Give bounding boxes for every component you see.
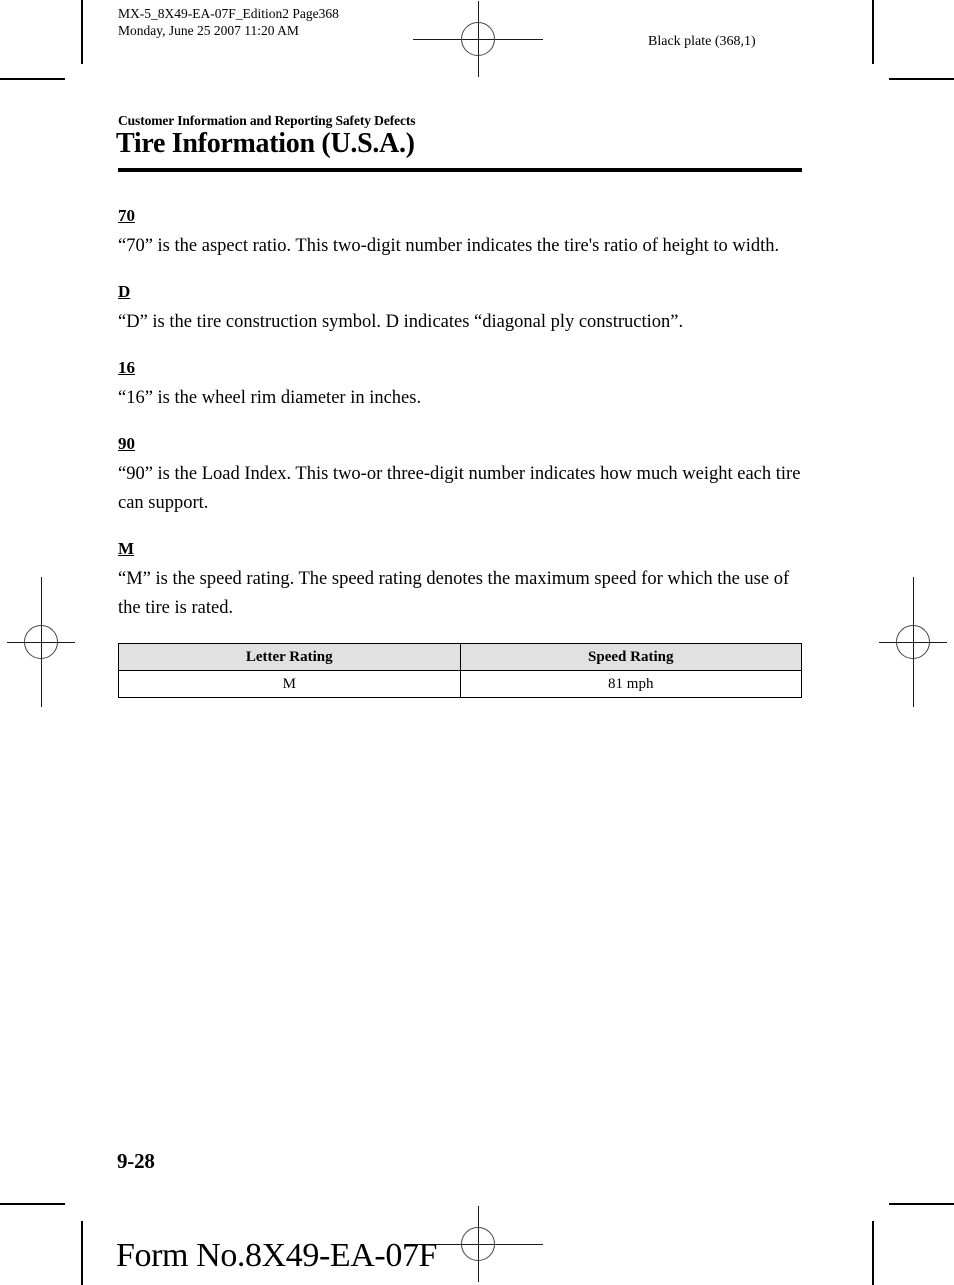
crop-mark-bottom-right-vertical [872, 1221, 874, 1285]
definition-term-row: 70 [118, 205, 802, 226]
manual-page: MX-5_8X49-EA-07F_Edition2 Page368 Monday… [0, 0, 954, 1285]
definition-term-row: M [118, 538, 802, 559]
page-folio: 9-28 [117, 1149, 155, 1173]
crop-mark-bottom-left-horizontal [0, 1203, 65, 1205]
definition-block: 70 “70” is the aspect ratio. This two-di… [118, 205, 802, 261]
table-cell-letter-rating: M [118, 670, 461, 698]
definition-block: D “D” is the tire construction symbol. D… [118, 281, 802, 337]
definition-body: “D” is the tire construction symbol. D i… [118, 312, 684, 332]
definition-term: M [118, 539, 135, 558]
crop-mark-bottom-right-horizontal [889, 1203, 954, 1205]
crop-mark-bottom-left-vertical [81, 1221, 83, 1285]
print-slug: MX-5_8X49-EA-07F_Edition2 Page368 Monday… [118, 5, 339, 39]
crop-mark-top-left-vertical [81, 0, 83, 64]
black-plate-label: Black plate (368,1) [648, 34, 756, 49]
definition-term: 16 [118, 358, 135, 377]
table-row: M 81 mph [118, 670, 802, 698]
crop-mark-top-right-horizontal [889, 78, 954, 80]
definition-block: 16 “16” is the wheel rim diameter in inc… [118, 357, 802, 413]
print-slug-line-2: Monday, June 25 2007 11:20 AM [118, 23, 299, 38]
page-content: 70 “70” is the aspect ratio. This two-di… [118, 205, 802, 698]
table-header-row: Letter Rating Speed Rating [118, 643, 802, 671]
definition-body: “70” is the aspect ratio. This two-digit… [118, 236, 780, 256]
title-rule [118, 168, 802, 172]
definition-body: “16” is the wheel rim diameter in inches… [118, 388, 422, 408]
crop-mark-top-right-vertical [872, 0, 874, 64]
definition-term-row: 90 [118, 433, 802, 454]
definition-body: “90” is the Load Index. This two-or thre… [118, 464, 801, 513]
section-kicker: Customer Information and Reporting Safet… [118, 113, 416, 128]
print-slug-line-1: MX-5_8X49-EA-07F_Edition2 Page368 [118, 6, 339, 21]
definition-term: 70 [118, 206, 135, 225]
table-header-cell: Letter Rating [118, 643, 461, 671]
definition-block: M “M” is the speed rating. The speed rat… [118, 538, 802, 623]
crop-mark-top-left-horizontal [0, 78, 65, 80]
definition-block: 90 “90” is the Load Index. This two-or t… [118, 433, 802, 518]
definition-term: 90 [118, 434, 135, 453]
table-header-cell: Speed Rating [459, 643, 802, 671]
table-cell-speed-rating: 81 mph [459, 670, 802, 698]
form-number: Form No.8X49-EA-07F [116, 1237, 438, 1274]
speed-rating-table: Letter Rating Speed Rating M 81 mph [118, 643, 802, 698]
page-title: Tire Information (U.S.A.) [116, 128, 415, 159]
definition-term-row: D [118, 281, 802, 302]
definition-body: “M” is the speed rating. The speed ratin… [118, 569, 790, 618]
definition-term-row: 16 [118, 357, 802, 378]
definition-term: D [118, 282, 131, 301]
